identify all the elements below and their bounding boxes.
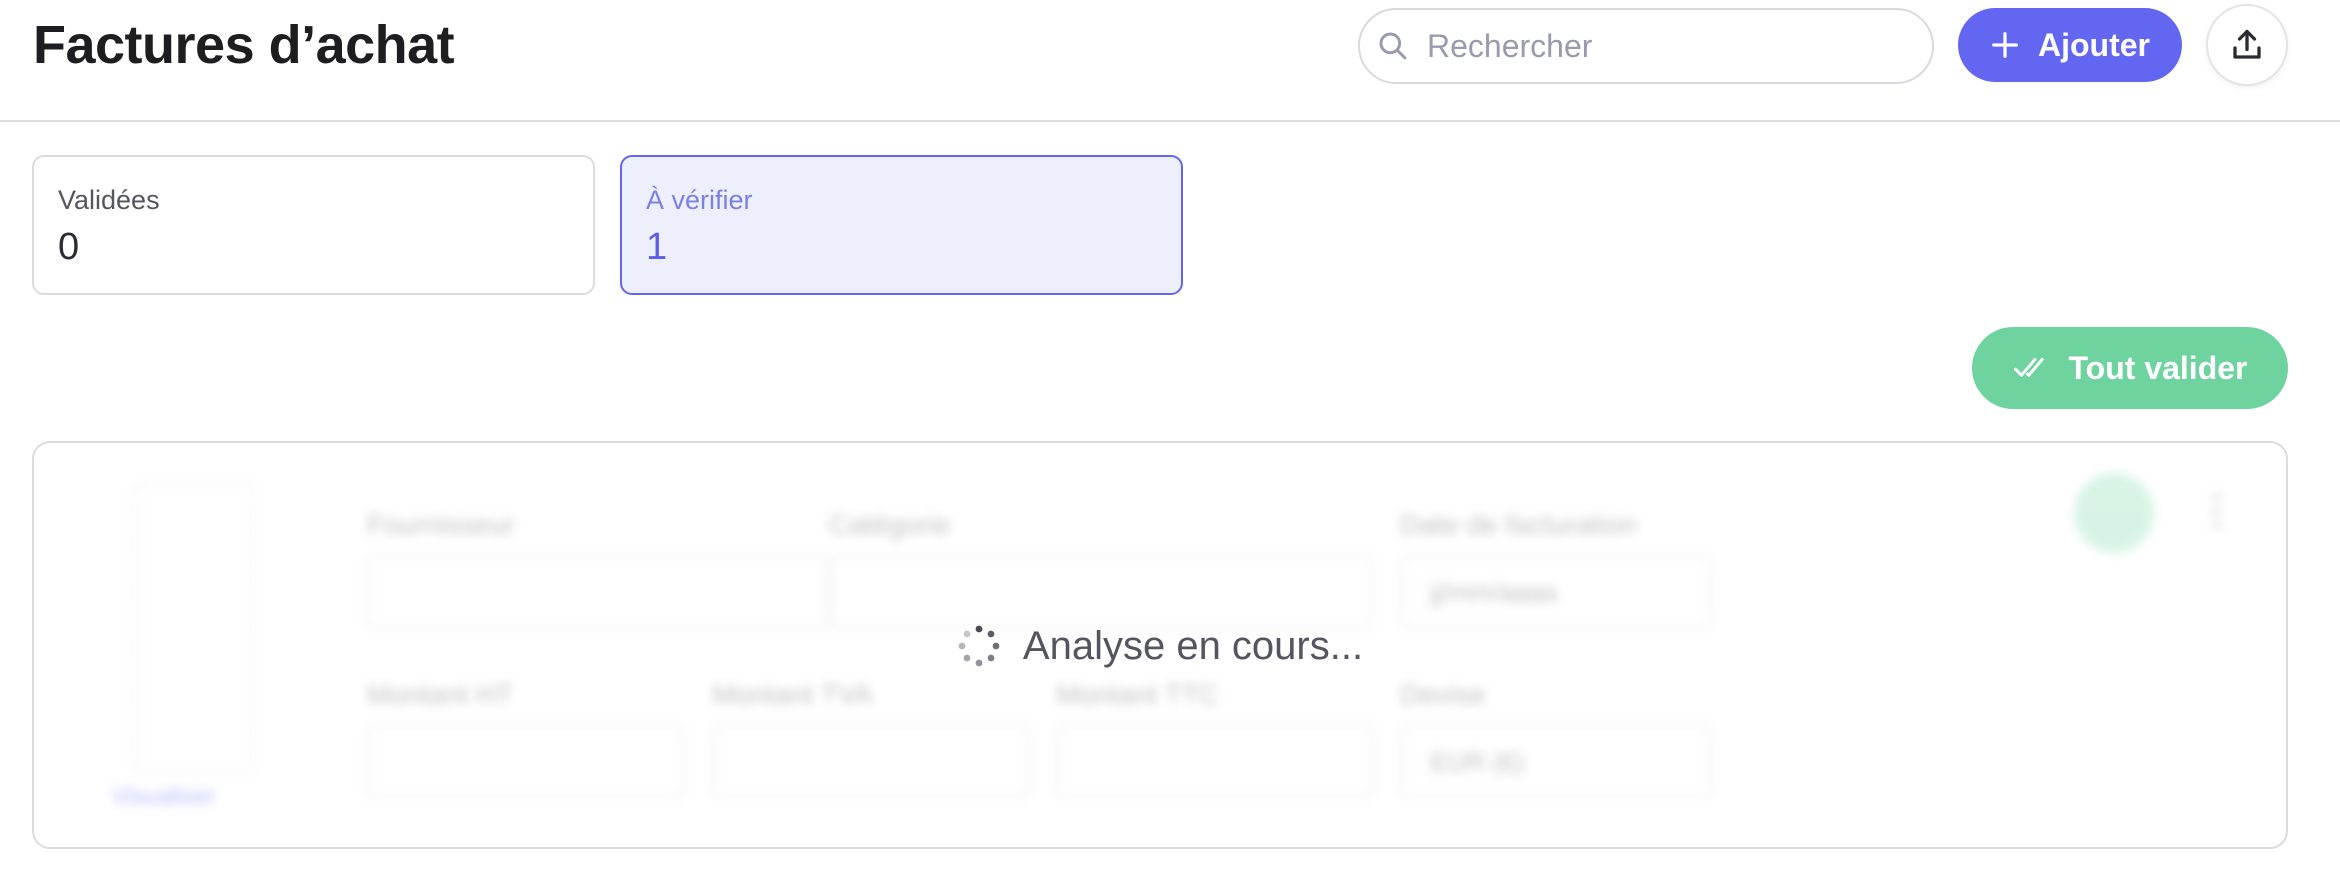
stat-card-validated[interactable]: Validées 0 [32, 155, 595, 295]
double-check-icon [2013, 358, 2044, 377]
stat-label: À vérifier [646, 185, 753, 215]
validate-all-label: Tout valider [2068, 349, 2248, 386]
search-box[interactable] [1358, 8, 1934, 84]
upload-button[interactable] [2206, 4, 2288, 86]
page-header: Factures d’achat Ajouter [0, 0, 2340, 122]
search-input[interactable] [1427, 27, 1897, 65]
stat-value: 1 [646, 226, 668, 268]
stat-value: 0 [58, 226, 80, 268]
validate-all-button[interactable]: Tout valider [1972, 327, 2288, 409]
spinner-icon [958, 625, 1000, 667]
page-title: Factures d’achat [33, 15, 455, 75]
search-icon [1379, 32, 1407, 60]
invoice-card: Visualiser Fournisseur Catégorie Date de… [32, 441, 2288, 849]
loading-text: Analyse en cours... [1022, 623, 1364, 668]
plus-icon [1992, 32, 2018, 58]
loading-overlay: Analyse en cours... [34, 443, 2286, 847]
loading-indicator: Analyse en cours... [957, 624, 1363, 669]
stat-label: Validées [58, 185, 160, 215]
upload-icon [2233, 29, 2261, 59]
add-button-label: Ajouter [2038, 26, 2150, 63]
add-button[interactable]: Ajouter [1958, 8, 2182, 82]
stat-card-to-verify[interactable]: À vérifier 1 [620, 155, 1183, 295]
